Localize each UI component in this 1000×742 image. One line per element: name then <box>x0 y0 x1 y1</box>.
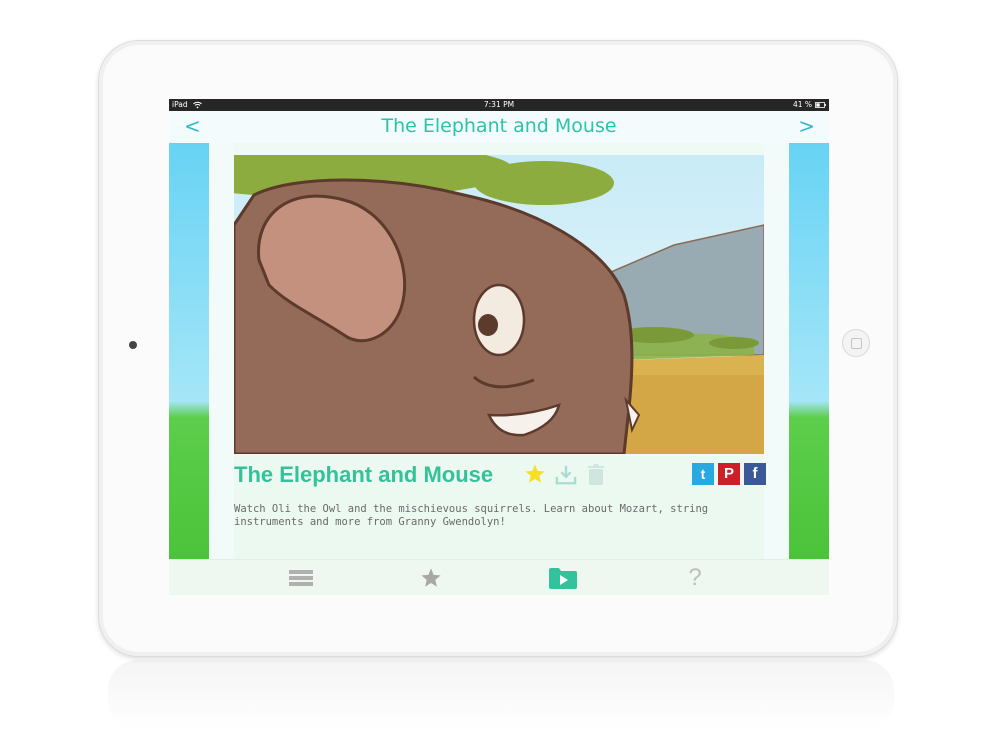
battery-icon <box>815 102 826 108</box>
pinterest-icon[interactable]: P <box>718 463 740 485</box>
status-bar: iPad 7:31 PM 41 % <box>169 99 829 111</box>
list-icon <box>289 570 313 586</box>
home-button[interactable] <box>842 329 870 357</box>
episode-title: The Elephant and Mouse <box>234 462 494 487</box>
home-button-square-icon <box>851 338 862 349</box>
nav-bar: < The Elephant and Mouse > <box>169 111 829 143</box>
background-right <box>789 143 829 559</box>
episode-info: The Elephant and Mouse t P f Watch Oli t… <box>234 456 766 559</box>
question-icon: ? <box>688 564 702 591</box>
star-icon[interactable] <box>524 463 546 485</box>
battery-percent: 41 % <box>792 100 812 109</box>
device-reflection <box>108 660 894 730</box>
episode-content: The Elephant and Mouse t P f Watch Oli t… <box>169 143 829 559</box>
tab-help[interactable]: ? <box>665 560 725 595</box>
status-time: 7:31 PM <box>483 100 515 109</box>
ipad-device: iPad 7:31 PM 41 % < The Elephant and Mou… <box>99 41 897 656</box>
side-panel-left <box>209 143 234 559</box>
app-screen: iPad 7:31 PM 41 % < The Elephant and Mou… <box>169 99 829 595</box>
background-left <box>169 143 209 559</box>
tab-bar: ? <box>169 559 829 595</box>
star-icon <box>421 568 441 587</box>
front-camera <box>129 341 137 349</box>
side-panel-right <box>764 143 789 559</box>
tab-list[interactable] <box>271 560 331 595</box>
page-title: The Elephant and Mouse <box>381 115 617 137</box>
episode-description: Watch Oli the Owl and the mischievous sq… <box>234 503 709 528</box>
twitter-icon[interactable]: t <box>692 463 714 485</box>
tab-favorites[interactable] <box>401 560 461 595</box>
facebook-icon[interactable]: f <box>744 463 766 485</box>
trash-icon[interactable] <box>587 464 605 486</box>
episode-thumbnail[interactable] <box>234 155 764 454</box>
download-icon[interactable] <box>555 464 577 486</box>
play-folder-icon <box>549 568 577 589</box>
nav-forward-button[interactable]: > <box>798 113 815 139</box>
tab-videos[interactable] <box>533 560 593 595</box>
